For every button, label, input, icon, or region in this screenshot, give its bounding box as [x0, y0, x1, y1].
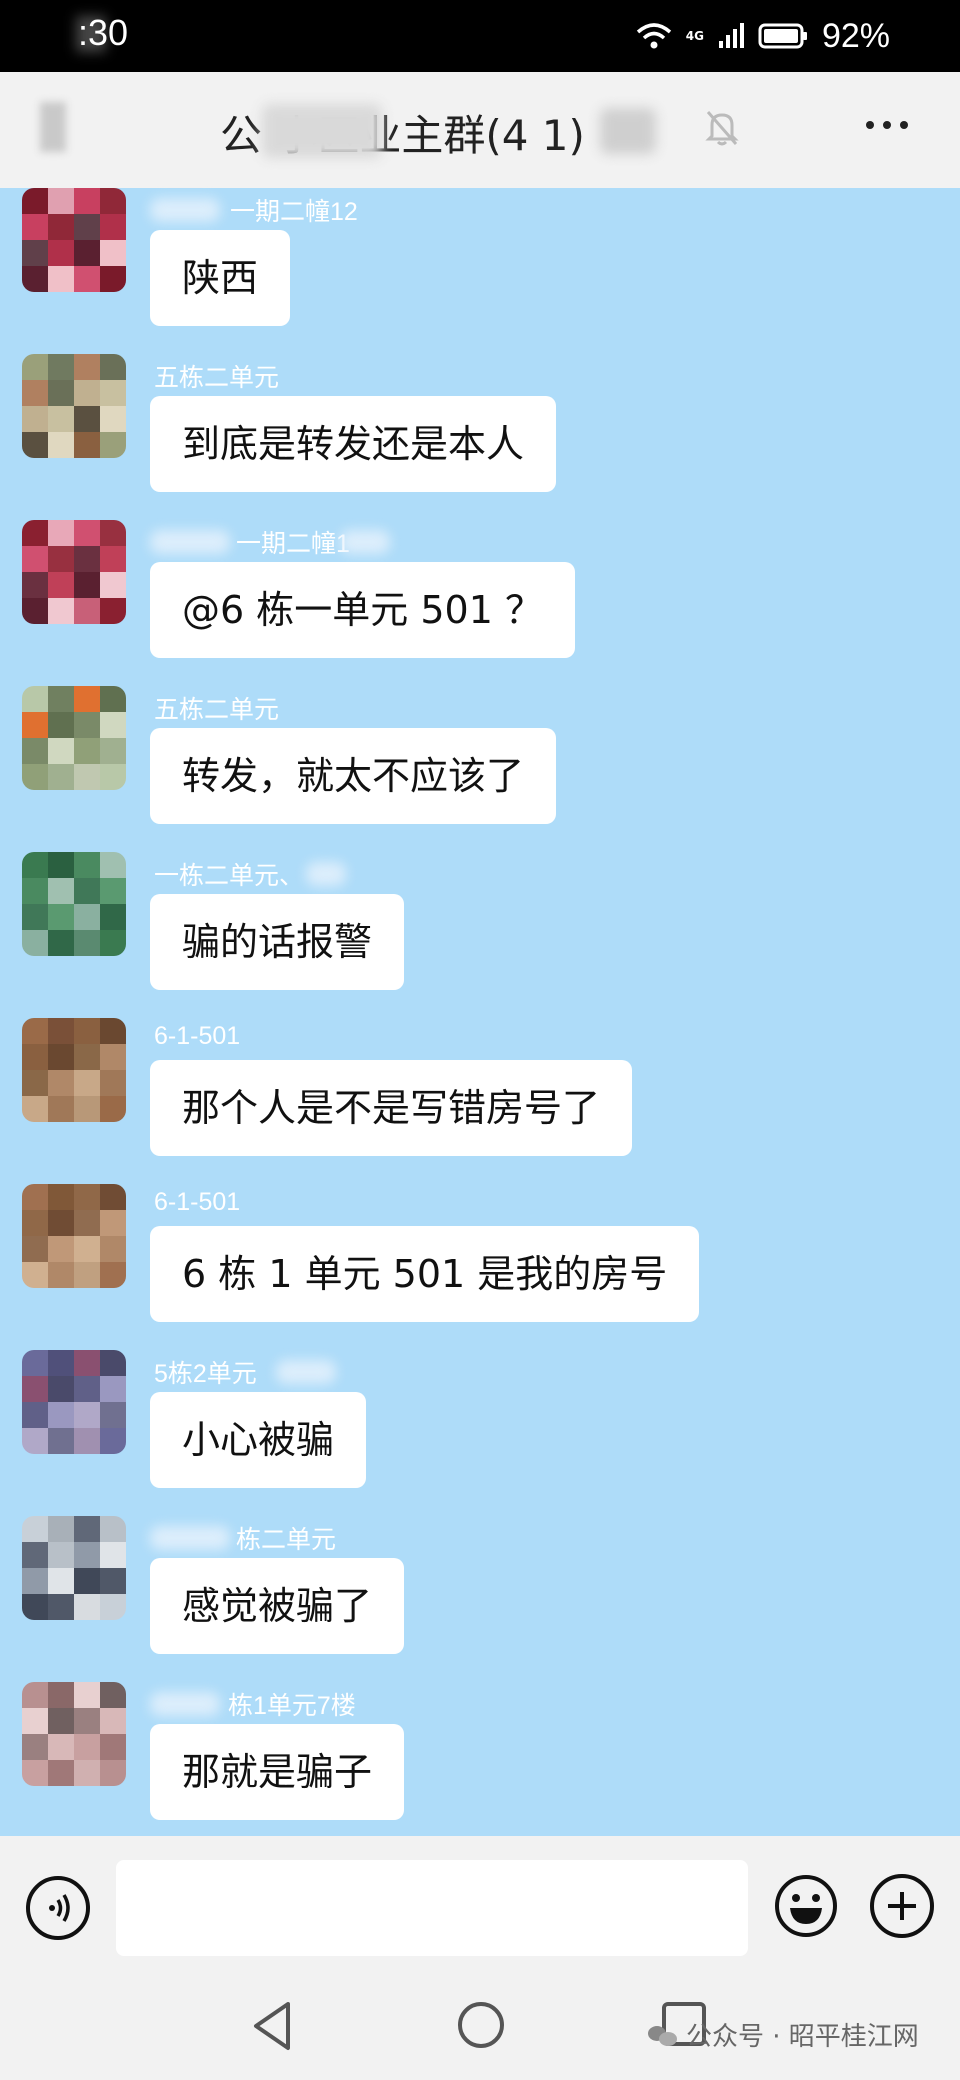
sender-name: 一期二幢12: [230, 198, 358, 226]
status-time: :30: [78, 12, 129, 53]
avatar[interactable]: [22, 1682, 126, 1786]
message-item: 6-1-501 那个人是不是写错房号了: [0, 1018, 960, 1184]
message-input[interactable]: [116, 1860, 748, 1956]
message-item: 一期二幢12 陕西: [0, 188, 960, 354]
message-item: 5栋2单元 小心被骗: [0, 1350, 960, 1516]
sender-name: 五栋二单元: [154, 696, 280, 724]
sender-name: 栋二单元: [236, 1526, 337, 1554]
watermark-text: 公众号 · 昭平桂江网: [686, 2022, 919, 2052]
bell-off-icon: [705, 111, 739, 146]
network-label: 4G: [685, 29, 704, 43]
avatar[interactable]: [22, 1018, 126, 1122]
message-bubble[interactable]: @6 栋一单元 501 ？: [150, 562, 575, 658]
avatar[interactable]: [22, 1350, 126, 1454]
sender-name: 一栋二单元、: [154, 862, 305, 890]
avatar[interactable]: [22, 1184, 126, 1288]
more-dots-icon[interactable]: [866, 114, 917, 133]
message-bubble[interactable]: 到底是转发还是本人: [150, 396, 557, 492]
emoji-icon[interactable]: [774, 1874, 838, 1938]
message-bubble[interactable]: 那个人是不是写错房号了: [150, 1060, 633, 1156]
sender-name: 一期二幢1: [236, 530, 350, 558]
signal-icon: [718, 23, 744, 48]
voice-icon[interactable]: [26, 1876, 90, 1940]
message-item: 一期二幢1 @6 栋一单元 501 ？: [0, 520, 960, 686]
nav-back-icon[interactable]: [250, 2000, 294, 2052]
sender-name: 5栋2单元: [154, 1360, 257, 1388]
message-bubble[interactable]: 6 栋 1 单元 501 是我的房号: [150, 1226, 700, 1322]
plus-icon[interactable]: [870, 1874, 934, 1938]
message-bubble[interactable]: 那就是骗子: [150, 1724, 405, 1820]
battery-percent: 92%: [821, 16, 890, 55]
sender-name: 6-1-501: [154, 1022, 241, 1050]
status-icons: 4G 92%: [636, 12, 890, 60]
input-bar: [0, 1836, 960, 1980]
battery-icon: [758, 23, 807, 49]
sender-name: 6-1-501: [154, 1188, 241, 1216]
message-item: 栋1单元7楼 那就是骗子: [0, 1682, 960, 1848]
title-redaction: [262, 104, 382, 158]
sender-name: 五栋二单元: [154, 364, 280, 392]
avatar[interactable]: [22, 354, 126, 458]
avatar[interactable]: [22, 686, 126, 790]
chat-header: 公 小区业主群(4 1): [0, 72, 960, 188]
avatar[interactable]: [22, 188, 126, 292]
message-bubble[interactable]: 感觉被骗了: [150, 1558, 405, 1654]
message-bubble[interactable]: 小心被骗: [150, 1392, 367, 1488]
message-bubble[interactable]: 陕西: [150, 230, 291, 326]
avatar[interactable]: [22, 520, 126, 624]
message-item: 五栋二单元 转发，就太不应该了: [0, 686, 960, 852]
message-item: 6-1-501 6 栋 1 单元 501 是我的房号: [0, 1184, 960, 1350]
sender-name: 栋1单元7楼: [228, 1692, 356, 1720]
watermark: 公众号 · 昭平桂江网: [648, 2016, 919, 2053]
title-redaction: [600, 108, 656, 154]
message-item: 五栋二单元 到底是转发还是本人: [0, 354, 960, 520]
wechat-icon: [648, 2024, 678, 2046]
back-button[interactable]: [40, 102, 66, 152]
status-bar: :30 4G 92%: [0, 0, 960, 72]
system-nav-bar: 公众号 · 昭平桂江网: [0, 1980, 960, 2080]
avatar[interactable]: [22, 852, 126, 956]
nav-home-icon[interactable]: [458, 2002, 504, 2048]
wifi-icon: [636, 23, 671, 49]
message-bubble[interactable]: 骗的话报警: [150, 894, 405, 990]
message-item: 栋二单元 感觉被骗了: [0, 1516, 960, 1682]
message-item: 一栋二单元、 骗的话报警: [0, 852, 960, 1018]
message-bubble[interactable]: 转发，就太不应该了: [150, 728, 557, 824]
chat-area[interactable]: 一期二幢12 陕西 五栋二单元 到底是转发还是本人 一期二幢1 @6 栋一单元 …: [0, 188, 960, 1836]
avatar[interactable]: [22, 1516, 126, 1620]
